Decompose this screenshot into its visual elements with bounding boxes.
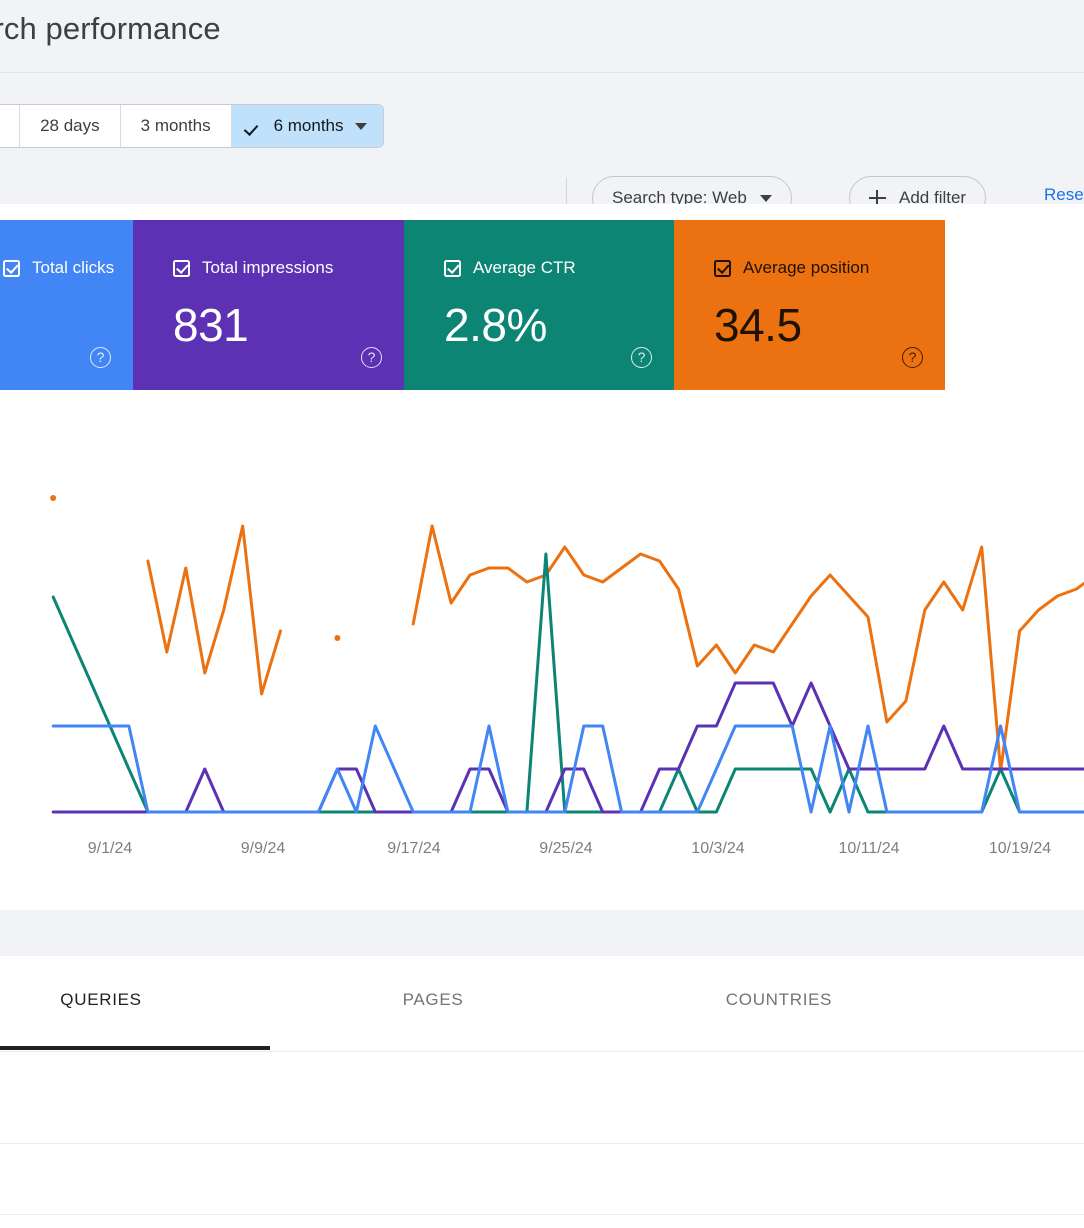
metric-card-header: Average CTR	[444, 258, 576, 278]
metric-card-label: Total impressions	[202, 258, 334, 277]
metric-card-header: Total impressions	[173, 258, 333, 278]
dimension-tabs: QUERIES PAGES COUNTRIES	[0, 956, 1084, 1052]
checkbox-checked-icon[interactable]	[714, 259, 731, 277]
tab-countries[interactable]: COUNTRIES	[726, 990, 832, 1010]
filter-toolbar: 7 days 28 days 3 months 6 months Search …	[0, 72, 1084, 220]
help-icon[interactable]: ?	[361, 347, 382, 368]
performance-line-chart	[0, 400, 1084, 830]
tab-pages[interactable]: PAGES	[403, 990, 464, 1010]
metric-card-total-impressions[interactable]: Total impressions 831?	[133, 220, 404, 390]
chevron-down-icon	[759, 194, 772, 202]
dimension-table-card: QUERIES PAGES COUNTRIES	[0, 956, 1084, 1228]
checkbox-checked-icon[interactable]	[173, 259, 190, 277]
date-range-6-months[interactable]: 6 months	[231, 105, 383, 147]
x-axis-tick-label: 9/9/24	[240, 840, 286, 857]
table-row-divider	[0, 1214, 1084, 1215]
metric-card-average-position[interactable]: Average position 34.5?	[674, 220, 945, 390]
table-row-divider	[0, 1143, 1084, 1144]
section-gap	[0, 910, 1084, 956]
active-tab-indicator	[0, 1046, 270, 1050]
reset-filters-link[interactable]: Reset filters	[1044, 185, 1084, 205]
x-axis-tick-label: 9/1/24	[87, 840, 133, 857]
date-range-28-days-label: 28 days	[40, 116, 100, 135]
checkbox-checked-icon[interactable]	[444, 259, 461, 277]
metric-card-label: Total clicks	[32, 258, 115, 277]
metric-card-header: Total clicks	[3, 258, 114, 278]
metric-card-total-clicks[interactable]: Total clicks?	[0, 220, 133, 390]
metric-card-value: 34.5	[714, 299, 802, 351]
performance-chart-card: Total clicks? Total impressions 831? Averag…	[0, 204, 1084, 910]
checkbox-checked-icon[interactable]	[3, 259, 20, 277]
date-range-3-months[interactable]: 3 months	[120, 105, 232, 147]
metric-card-header: Average position	[714, 258, 869, 278]
date-range-28-days[interactable]: 28 days	[20, 105, 121, 147]
date-range-3-months-label: 3 months	[140, 116, 211, 135]
metric-card-label: Average CTR	[473, 258, 576, 277]
metric-card-average-ctr[interactable]: Average CTR 2.8%?	[404, 220, 674, 390]
x-axis-tick-label: 10/3/24	[691, 840, 745, 857]
check-icon	[246, 118, 263, 135]
chart-svg	[50, 495, 1084, 814]
date-range-7-days[interactable]: 7 days	[0, 105, 21, 147]
date-range-6-months-label: 6 months	[273, 116, 344, 135]
metric-card-label: Average position	[743, 258, 870, 277]
x-axis-tick-label: 9/25/24	[539, 840, 593, 857]
help-icon[interactable]: ?	[631, 347, 652, 368]
metric-card-value: 831	[173, 299, 249, 351]
help-icon[interactable]: ?	[902, 347, 923, 368]
chevron-down-icon[interactable]	[354, 122, 367, 130]
date-range-segmented-control[interactable]: 7 days 28 days 3 months 6 months	[0, 104, 384, 148]
help-icon[interactable]: ?	[90, 347, 111, 368]
x-axis-tick-label: 10/11/24	[838, 840, 900, 857]
page-title-band: Search performance	[0, 0, 1084, 72]
x-axis-tick-label: 10/19/24	[988, 840, 1052, 857]
tab-queries[interactable]: QUERIES	[60, 990, 141, 1010]
x-axis-tick-label: 9/17/24	[387, 840, 441, 857]
metric-card-value: 2.8%	[444, 299, 547, 351]
metric-cards-row: Total clicks? Total impressions 831? Averag…	[0, 220, 945, 390]
chart-x-axis: 9/1/24 9/9/24 9/17/24 9/25/24 10/3/24 10/11/2…	[0, 840, 1084, 870]
page-title: Search performance	[0, 11, 221, 46]
